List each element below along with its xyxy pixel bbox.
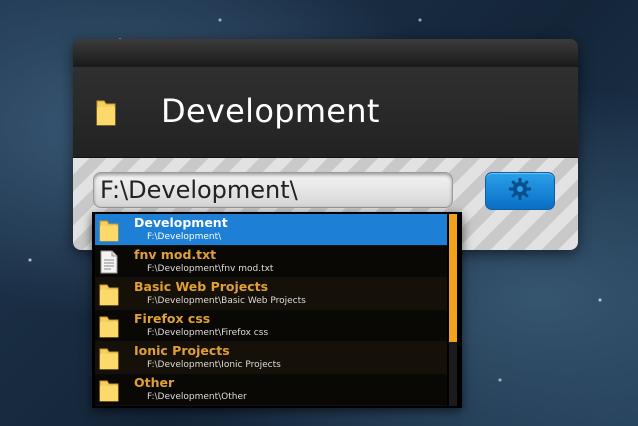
scrollbar-thumb[interactable] — [449, 214, 457, 342]
folder-icon — [99, 314, 119, 338]
search-input[interactable] — [100, 176, 440, 204]
result-item-path: F:\Development\ — [147, 232, 222, 242]
window-top-bar[interactable] — [73, 39, 578, 68]
result-item-path: F:\Development\fnv mod.txt — [147, 264, 274, 274]
result-item-name: fnv mod.txt — [134, 247, 217, 262]
result-item-path: F:\Development\Other — [147, 392, 247, 402]
result-item[interactable]: Other F:\Development\Other — [95, 374, 447, 406]
scrollbar[interactable] — [449, 214, 457, 406]
page-title: Development — [161, 92, 380, 130]
folder-icon — [99, 218, 119, 242]
result-item-name: Ionic Projects — [134, 343, 230, 358]
folder-icon — [99, 282, 119, 306]
folder-icon — [99, 346, 119, 370]
result-item-name: Development — [134, 215, 228, 230]
folder-icon — [95, 97, 117, 127]
result-item[interactable]: fnv mod.txt F:\Development\fnv mod.txt — [95, 246, 447, 278]
folder-icon — [99, 378, 119, 402]
result-item-name: Other — [134, 375, 175, 390]
result-item[interactable]: Development F:\Development\ — [95, 214, 447, 246]
settings-button[interactable] — [485, 172, 555, 210]
result-item[interactable]: Firefox css F:\Development\Firefox css — [95, 310, 447, 342]
result-item-path: F:\Development\Ionic Projects — [147, 360, 281, 370]
search-field[interactable] — [93, 172, 453, 208]
result-item[interactable]: Basic Web Projects F:\Development\Basic W… — [95, 278, 447, 310]
gear-icon — [508, 177, 532, 205]
result-item-path: F:\Development\Firefox css — [147, 328, 269, 338]
text-file-icon — [99, 250, 119, 274]
result-item-path: F:\Development\Basic Web Projects — [147, 296, 306, 306]
result-item-name: Firefox css — [134, 311, 211, 326]
results-list: Development F:\Development\ fnv mod.txt F:\… — [95, 214, 447, 406]
result-item[interactable]: Ionic Projects F:\Development\Ionic Proje… — [95, 342, 447, 374]
header: Development — [73, 67, 578, 157]
results-dropdown: Development F:\Development\ fnv mod.txt F:\… — [92, 212, 462, 408]
result-item-name: Basic Web Projects — [134, 279, 269, 294]
